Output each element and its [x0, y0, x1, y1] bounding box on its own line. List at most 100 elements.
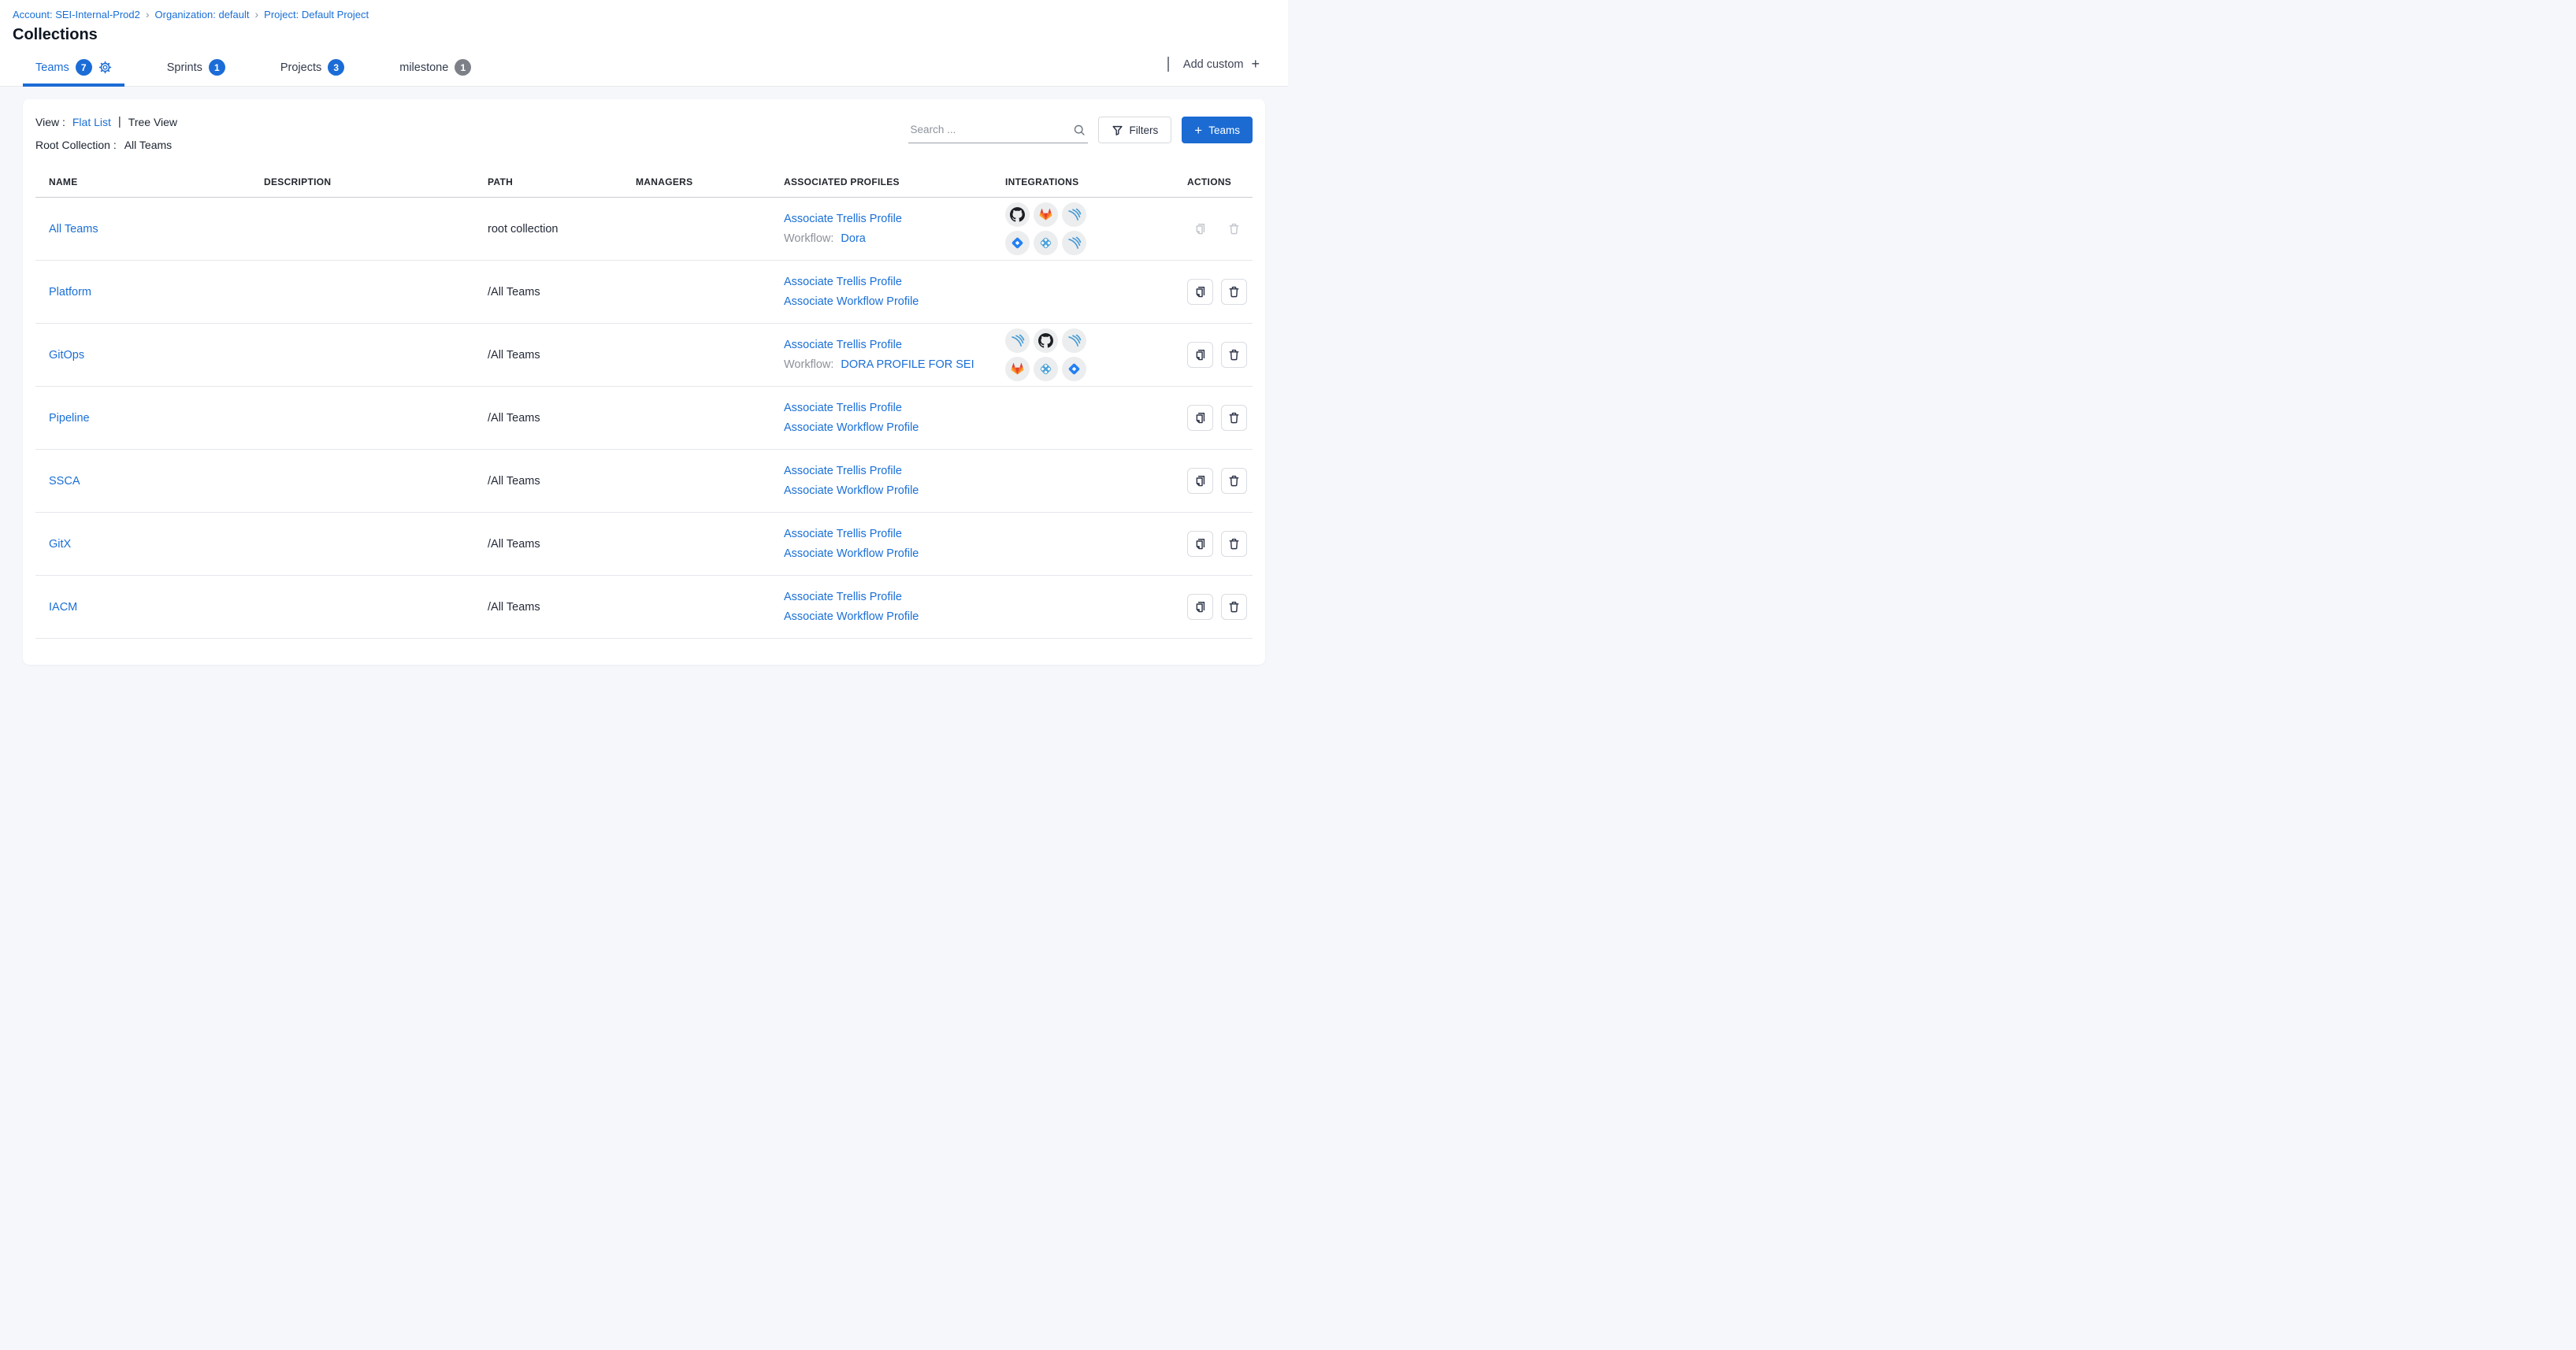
- delete-collection-button[interactable]: [1221, 279, 1247, 305]
- table-row: GitOps /All Teams Associate Trellis Prof…: [35, 324, 1253, 387]
- associate-workflow-profile-link[interactable]: Associate Workflow Profile: [784, 484, 919, 497]
- actions-cell: [1187, 279, 1253, 305]
- integration-sonarqube-icon[interactable]: [1062, 328, 1086, 353]
- workflow-profile-link[interactable]: DORA PROFILE FOR SEI: [841, 358, 974, 371]
- copy-collection-button[interactable]: [1187, 531, 1213, 557]
- view-controls: View : Flat List | Tree View Root Collec…: [35, 115, 177, 151]
- add-custom-label: Add custom: [1183, 58, 1244, 71]
- view-flat-list-option[interactable]: Flat List: [72, 116, 111, 128]
- integration-gitlab-icon[interactable]: [1005, 357, 1030, 381]
- associate-trellis-profile-link[interactable]: Associate Trellis Profile: [784, 213, 1005, 225]
- delete-collection-button[interactable]: [1221, 594, 1247, 620]
- delete-collection-button[interactable]: [1221, 531, 1247, 557]
- integration-sonarqube-icon[interactable]: [1062, 231, 1086, 255]
- workflow-prefix-label: Workflow:: [784, 358, 833, 371]
- trash-icon: [1227, 600, 1241, 614]
- collection-name-link[interactable]: GitX: [49, 538, 71, 551]
- workflow-line: Associate Workflow Profile: [784, 295, 1005, 308]
- integration-sonarqube-icon[interactable]: [1005, 328, 1030, 353]
- associate-trellis-profile-link[interactable]: Associate Trellis Profile: [784, 591, 1005, 603]
- breadcrumb-account-link[interactable]: Account: SEI-Internal-Prod2: [13, 9, 140, 20]
- associate-trellis-profile-link[interactable]: Associate Trellis Profile: [784, 276, 1005, 288]
- copy-collection-button[interactable]: [1187, 468, 1213, 494]
- collection-name-link[interactable]: GitOps: [49, 349, 84, 362]
- integration-gitlab-icon[interactable]: [1034, 202, 1058, 227]
- integration-github-icon[interactable]: [1034, 328, 1058, 353]
- integration-github-icon[interactable]: [1005, 202, 1030, 227]
- trash-icon: [1227, 222, 1241, 236]
- associate-workflow-profile-link[interactable]: Associate Workflow Profile: [784, 547, 919, 560]
- tab-teams[interactable]: Teams 7: [23, 50, 124, 86]
- search-icon: [1073, 124, 1086, 136]
- delete-collection-button[interactable]: [1221, 468, 1247, 494]
- add-custom-tab-button[interactable]: Add custom +: [1183, 56, 1260, 72]
- chevron-right-icon: ›: [255, 8, 259, 20]
- integrations-cell: [1005, 328, 1086, 381]
- copy-collection-button[interactable]: [1187, 594, 1213, 620]
- tab-projects[interactable]: Projects 3: [268, 50, 357, 86]
- integration-jira-icon[interactable]: [1005, 231, 1030, 255]
- table-header-row: NAME DESCRIPTION PATH MANAGERS ASSOCIATE…: [35, 176, 1253, 198]
- collection-name-link[interactable]: Platform: [49, 286, 91, 299]
- tab-label: Projects: [280, 61, 321, 74]
- copy-collection-button[interactable]: [1187, 279, 1213, 305]
- tab-bar: Teams 7 Sprints 1 Projects 3 milestone: [0, 50, 1288, 87]
- gear-icon[interactable]: [98, 61, 112, 74]
- integration-sonarqube-icon[interactable]: [1062, 202, 1086, 227]
- collections-card: View : Flat List | Tree View Root Collec…: [23, 99, 1265, 665]
- path-cell: /All Teams: [488, 412, 636, 425]
- associate-workflow-profile-link[interactable]: Associate Workflow Profile: [784, 295, 919, 308]
- integration-blue-diamond-grid-icon[interactable]: [1034, 231, 1058, 255]
- collection-name-link[interactable]: Pipeline: [49, 412, 90, 425]
- path-cell: /All Teams: [488, 349, 636, 362]
- tabbar-right: Add custom +: [1167, 56, 1288, 80]
- view-tree-view-option[interactable]: Tree View: [128, 116, 177, 128]
- associate-trellis-profile-link[interactable]: Associate Trellis Profile: [784, 339, 1005, 351]
- integration-blue-diamond-grid-icon[interactable]: [1034, 357, 1058, 381]
- breadcrumb-project-link[interactable]: Project: Default Project: [264, 9, 369, 20]
- associate-workflow-profile-link[interactable]: Associate Workflow Profile: [784, 610, 919, 623]
- tab-count-badge: 7: [76, 59, 92, 76]
- associate-trellis-profile-link[interactable]: Associate Trellis Profile: [784, 465, 1005, 477]
- associated-profiles-cell: Associate Trellis Profile Workflow: DORA…: [784, 339, 1005, 371]
- actions-cell: [1187, 405, 1253, 431]
- add-teams-button[interactable]: + Teams: [1182, 117, 1253, 143]
- delete-collection-button[interactable]: [1221, 342, 1247, 368]
- integration-jira-icon[interactable]: [1062, 357, 1086, 381]
- breadcrumb-organization-link[interactable]: Organization: default: [155, 9, 250, 20]
- actions-cell: [1187, 342, 1253, 368]
- toolbar-right: Filters + Teams: [908, 117, 1253, 143]
- collection-name-link[interactable]: SSCA: [49, 475, 80, 488]
- copy-icon: [1193, 222, 1207, 236]
- copy-collection-button[interactable]: [1187, 342, 1213, 368]
- associated-profiles-cell: Associate Trellis Profile Associate Work…: [784, 402, 1005, 434]
- associated-profiles-cell: Associate Trellis Profile Workflow: Dora: [784, 213, 1005, 245]
- search-box[interactable]: [908, 117, 1088, 143]
- associate-trellis-profile-link[interactable]: Associate Trellis Profile: [784, 402, 1005, 414]
- collection-name-link[interactable]: IACM: [49, 601, 77, 614]
- tab-label: Teams: [35, 61, 69, 74]
- workflow-line: Associate Workflow Profile: [784, 610, 1005, 623]
- root-collection-value: All Teams: [124, 139, 172, 151]
- tab-sprints[interactable]: Sprints 1: [154, 50, 238, 86]
- copy-icon: [1193, 411, 1207, 425]
- associate-trellis-profile-link[interactable]: Associate Trellis Profile: [784, 528, 1005, 540]
- tab-milestone[interactable]: milestone 1: [387, 50, 484, 86]
- workflow-line: Associate Workflow Profile: [784, 421, 1005, 434]
- copy-collection-button[interactable]: [1187, 405, 1213, 431]
- plus-icon: +: [1251, 56, 1260, 72]
- filters-button[interactable]: Filters: [1098, 117, 1172, 143]
- delete-collection-button[interactable]: [1221, 405, 1247, 431]
- collection-name-link[interactable]: All Teams: [49, 223, 98, 236]
- path-cell: /All Teams: [488, 286, 636, 299]
- view-label: View :: [35, 116, 65, 128]
- plus-icon: +: [1194, 124, 1202, 137]
- workflow-profile-link[interactable]: Dora: [841, 232, 865, 245]
- collections-table: NAME DESCRIPTION PATH MANAGERS ASSOCIATE…: [35, 176, 1253, 639]
- trash-icon: [1227, 474, 1241, 488]
- associate-workflow-profile-link[interactable]: Associate Workflow Profile: [784, 421, 919, 434]
- trash-icon: [1227, 537, 1241, 551]
- integrations-cell: [1005, 202, 1086, 255]
- workflow-line: Associate Workflow Profile: [784, 547, 1005, 560]
- search-input[interactable]: [911, 124, 1068, 135]
